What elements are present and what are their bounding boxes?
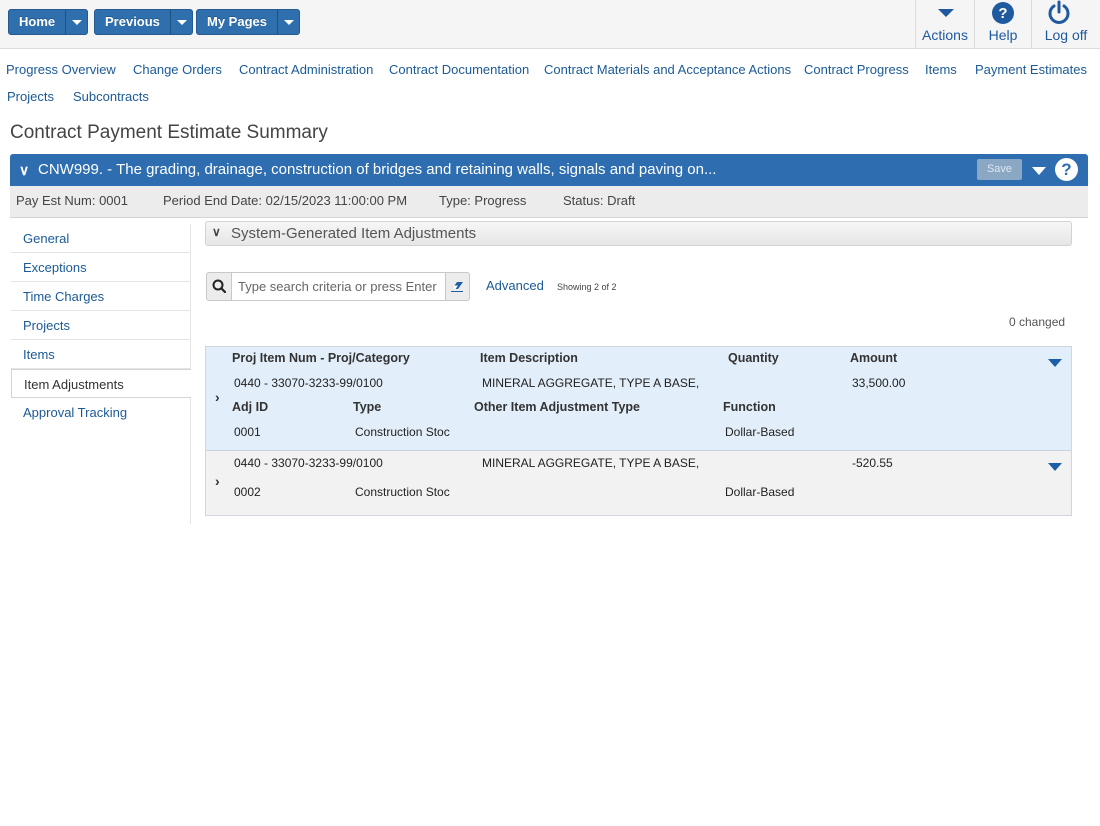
nav-link-contract-administration[interactable]: Contract Administration	[239, 62, 373, 77]
actions-label: Actions	[922, 27, 968, 43]
header-quantity: Quantity	[728, 351, 779, 365]
home-split-button[interactable]: Home	[8, 9, 89, 35]
header-function: Function	[723, 400, 776, 414]
period-end-date: Period End Date: 02/15/2023 11:00:00 PM	[163, 193, 408, 208]
caret-down-icon	[283, 20, 294, 25]
pay-est-num: Pay Est Num: 0001	[16, 193, 128, 208]
previous-split-button[interactable]: Previous	[94, 9, 193, 35]
showing-count: Showing 2 of 2	[557, 282, 617, 292]
amount-value: 33,500.00	[852, 376, 906, 390]
nav-link-progress-overview[interactable]: Progress Overview	[6, 62, 116, 77]
help-icon[interactable]: ?	[1055, 158, 1078, 181]
search-icon[interactable]	[207, 273, 231, 300]
table-row[interactable]: 0440 - 33070-3233-99/0100 MINERAL AGGREG…	[206, 451, 1071, 515]
header-proj-item: Proj Item Num - Proj/Category	[232, 351, 410, 365]
header-type: Type	[353, 400, 382, 414]
chevron-down-icon[interactable]: ∨	[19, 162, 29, 179]
caret-down-icon	[938, 9, 954, 17]
function-value: Dollar-Based	[725, 425, 795, 439]
menu-item-items[interactable]: Items	[11, 340, 191, 369]
actions-button[interactable]: Actions	[915, 0, 974, 48]
nav-link-change-orders[interactable]: Change Orders	[133, 62, 222, 77]
search-box	[206, 272, 470, 301]
estimate-type: Type: Progress	[439, 193, 527, 208]
help-icon: ?	[992, 2, 1014, 24]
item-description-value: MINERAL AGGREGATE, TYPE A BASE,	[482, 456, 700, 470]
nav-link-subcontracts[interactable]: Subcontracts	[73, 89, 149, 104]
adj-id-value: 0002	[234, 485, 261, 499]
caret-down-icon	[72, 20, 83, 25]
my-pages-dropdown-button[interactable]	[276, 10, 299, 34]
contract-title: CNW999. - The grading, drainage, constru…	[38, 161, 717, 178]
save-button[interactable]: Save	[977, 159, 1022, 180]
expand-row-chevron-icon[interactable]: ›	[215, 389, 220, 405]
changed-count: 0 changed	[1009, 315, 1066, 329]
type-value: Construction Stoc	[355, 425, 450, 439]
home-button[interactable]: Home	[9, 10, 65, 34]
left-menu: General Exceptions Time Charges Projects…	[11, 224, 191, 524]
advanced-search-link[interactable]: Advanced	[486, 278, 544, 293]
section-title: System-Generated Item Adjustments	[231, 225, 477, 242]
chevron-down-icon: ∨	[212, 225, 221, 239]
my-pages-button[interactable]: My Pages	[197, 10, 277, 34]
page-title: Contract Payment Estimate Summary	[10, 122, 328, 143]
type-value: Construction Stoc	[355, 485, 450, 499]
amount-value: -520.55	[852, 456, 893, 470]
help-button[interactable]: ? Help	[974, 0, 1031, 48]
row-menu-caret-icon[interactable]	[1048, 359, 1062, 367]
proj-item-value: 0440 - 33070-3233-99/0100	[234, 376, 383, 390]
nav-link-contract-materials[interactable]: Contract Materials and Acceptance Action…	[544, 62, 791, 77]
previous-button[interactable]: Previous	[95, 10, 170, 34]
menu-item-approval-tracking[interactable]: Approval Tracking	[11, 398, 191, 427]
menu-item-item-adjustments[interactable]: Item Adjustments	[11, 369, 191, 398]
table-row[interactable]: Proj Item Num - Proj/Category Item Descr…	[206, 347, 1071, 451]
nav-link-items[interactable]: Items	[925, 62, 957, 77]
proj-item-value: 0440 - 33070-3233-99/0100	[234, 456, 383, 470]
adj-id-value: 0001	[234, 425, 261, 439]
header-adj-id: Adj ID	[232, 400, 269, 414]
caret-down-icon[interactable]	[1032, 167, 1046, 175]
section-header[interactable]: ∨ System-Generated Item Adjustments	[205, 221, 1072, 246]
item-description-value: MINERAL AGGREGATE, TYPE A BASE,	[482, 376, 700, 390]
menu-item-projects[interactable]: Projects	[11, 311, 191, 340]
estimate-info-bar: Pay Est Num: 0001 Period End Date: 02/15…	[10, 186, 1088, 218]
caret-down-icon	[176, 20, 187, 25]
home-dropdown-button[interactable]	[65, 10, 87, 34]
menu-item-exceptions[interactable]: Exceptions	[11, 253, 191, 282]
search-input[interactable]	[231, 273, 446, 300]
row-menu-caret-icon[interactable]	[1048, 463, 1062, 471]
nav-link-contract-documentation[interactable]: Contract Documentation	[389, 62, 529, 77]
header-item-description: Item Description	[480, 351, 578, 365]
power-icon	[1048, 0, 1070, 24]
header-other-adjustment-type: Other Item Adjustment Type	[474, 400, 640, 414]
menu-item-time-charges[interactable]: Time Charges	[11, 282, 191, 311]
my-pages-split-button[interactable]: My Pages	[196, 9, 300, 35]
nav-link-contract-progress[interactable]: Contract Progress	[804, 62, 909, 77]
log-off-label: Log off	[1044, 27, 1088, 43]
expand-row-chevron-icon[interactable]: ›	[215, 473, 220, 489]
contract-header-bar: ∨ CNW999. - The grading, drainage, const…	[10, 154, 1088, 186]
top-toolbar: Home Previous My Pages Actions ? Help Lo…	[0, 0, 1100, 49]
menu-item-general[interactable]: General	[11, 224, 191, 253]
help-label: Help	[988, 27, 1018, 43]
nav-link-payment-estimates[interactable]: Payment Estimates	[975, 62, 1087, 77]
header-amount: Amount	[850, 351, 898, 365]
estimate-status: Status: Draft	[563, 193, 636, 208]
svg-text:?: ?	[998, 5, 1007, 22]
clear-search-icon[interactable]	[450, 279, 464, 293]
nav-link-projects[interactable]: Projects	[7, 89, 54, 104]
adjustments-grid: Proj Item Num - Proj/Category Item Descr…	[205, 346, 1072, 516]
function-value: Dollar-Based	[725, 485, 795, 499]
log-off-button[interactable]: Log off	[1031, 0, 1100, 48]
previous-dropdown-button[interactable]	[169, 10, 192, 34]
